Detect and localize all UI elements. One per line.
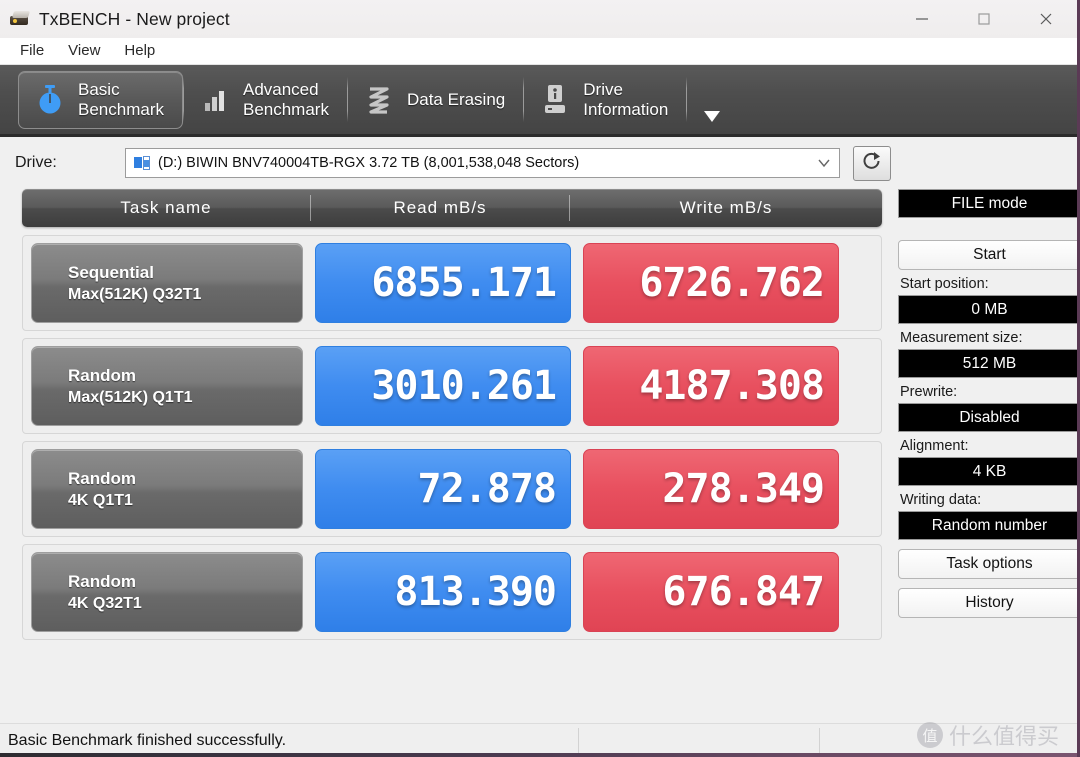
watermark: 值 什么值得买 <box>916 719 1059 751</box>
task-main-label: Random <box>68 365 136 385</box>
task-main-label: Random <box>68 571 136 591</box>
alignment-label: Alignment: <box>900 438 969 454</box>
file-mode-button[interactable]: FILE mode <box>898 189 1077 218</box>
history-button[interactable]: History <box>898 588 1077 618</box>
tab-advanced-benchmark[interactable]: Advanced Benchmark <box>184 71 347 129</box>
task-main-label: Sequential <box>68 262 154 282</box>
tab-data-erasing-label: Data Erasing <box>406 90 506 109</box>
table-row: Random Max(512K) Q1T1 3010.261 4187.308 <box>22 338 882 434</box>
title-bar: TxBENCH - New project <box>0 0 1077 38</box>
shredder-icon <box>362 82 396 118</box>
results-rows: Sequential Max(512K) Q32T1 6855.171 6726… <box>22 235 882 640</box>
menu-item-view[interactable]: View <box>57 40 111 62</box>
table-row: Sequential Max(512K) Q32T1 6855.171 6726… <box>22 235 882 331</box>
drive-select[interactable]: (D:) BIWIN BNV740004TB-RGX 3.72 TB (8,00… <box>125 148 840 178</box>
task-name-cell[interactable]: Random 4K Q32T1 <box>31 552 303 632</box>
minimize-button[interactable] <box>891 0 953 38</box>
status-divider <box>578 727 579 754</box>
refresh-button[interactable] <box>853 145 891 181</box>
menu-bar: File View Help <box>0 38 1077 65</box>
write-value-cell: 6726.762 <box>583 243 839 323</box>
task-options-button[interactable]: Task options <box>898 549 1077 579</box>
column-header-task-name: Task name <box>120 198 212 217</box>
task-name-cell[interactable]: Random Max(512K) Q1T1 <box>31 346 303 426</box>
menu-item-help[interactable]: Help <box>113 40 166 62</box>
start-button[interactable]: Start <box>898 240 1077 270</box>
refresh-icon <box>861 150 883 177</box>
tab-basic-benchmark[interactable]: Basic Benchmark <box>18 71 183 129</box>
results-table: Task name Read mB/s Write mB/s Sequentia… <box>22 189 882 689</box>
maximize-button[interactable] <box>953 0 1015 38</box>
options-sidebar: FILE mode Start Start position: 0 MB Mea… <box>898 189 1077 689</box>
menu-item-file[interactable]: File <box>9 40 55 62</box>
writing-data-label: Writing data: <box>900 492 982 508</box>
tab-drive-information[interactable]: Drive Information <box>524 71 686 129</box>
window-controls <box>891 0 1077 38</box>
task-main-label: Random <box>68 468 136 488</box>
write-value-cell: 676.847 <box>583 552 839 632</box>
tab-data-erasing[interactable]: Data Erasing <box>348 71 523 129</box>
txbench-window: TxBENCH - New project File View Help Bas… <box>0 0 1080 757</box>
chevron-down-icon[interactable] <box>813 158 835 168</box>
table-row: Random 4K Q32T1 813.390 676.847 <box>22 544 882 640</box>
alignment-value[interactable]: 4 KB <box>898 457 1077 486</box>
tab-basic-benchmark-label: Basic Benchmark <box>78 80 164 119</box>
drive-selection-row: Drive: (D:) BIWIN BNV740004TB-RGX 3.72 T… <box>0 137 1077 189</box>
column-header-read: Read mB/s <box>393 198 487 217</box>
tab-advanced-benchmark-label: Advanced Benchmark <box>242 80 329 119</box>
measurement-size-label: Measurement size: <box>900 330 1023 346</box>
toolbar-overflow-button[interactable] <box>687 65 723 134</box>
drive-label: Drive: <box>15 154 57 171</box>
table-row: Random 4K Q1T1 72.878 278.349 <box>22 441 882 537</box>
read-value-cell: 3010.261 <box>315 346 571 426</box>
toolbar: Basic Benchmark Advanced Benchmark Data … <box>0 65 1077 137</box>
start-position-label: Start position: <box>900 276 989 292</box>
read-value-cell: 72.878 <box>315 449 571 529</box>
column-header-write: Write mB/s <box>679 198 773 217</box>
read-value-cell: 813.390 <box>315 552 571 632</box>
task-sub-label: 4K Q1T1 <box>68 491 133 509</box>
drive-icon <box>134 155 151 171</box>
stopwatch-icon <box>33 82 67 118</box>
drive-info-icon <box>538 82 572 118</box>
status-message: Basic Benchmark finished successfully. <box>8 731 287 749</box>
task-name-cell[interactable]: Sequential Max(512K) Q32T1 <box>31 243 303 323</box>
desktop-strip <box>0 753 1077 757</box>
writing-data-value[interactable]: Random number <box>898 511 1077 540</box>
watermark-badge: 值 <box>916 722 943 748</box>
close-button[interactable] <box>1015 0 1077 38</box>
task-sub-label: Max(512K) Q1T1 <box>68 388 193 406</box>
status-divider <box>819 727 820 754</box>
drive-selected-value: (D:) BIWIN BNV740004TB-RGX 3.72 TB (8,00… <box>158 155 580 171</box>
task-sub-label: 4K Q32T1 <box>68 594 142 612</box>
prewrite-label: Prewrite: <box>900 384 958 400</box>
window-title: TxBENCH - New project <box>39 8 230 29</box>
tab-drive-information-label: Drive Information <box>583 80 669 119</box>
write-value-cell: 4187.308 <box>583 346 839 426</box>
watermark-text: 什么值得买 <box>948 725 1059 750</box>
start-position-value[interactable]: 0 MB <box>898 295 1077 324</box>
task-sub-label: Max(512K) Q32T1 <box>68 285 202 303</box>
write-value-cell: 278.349 <box>583 449 839 529</box>
drive-stack-icon <box>9 9 31 29</box>
task-name-cell[interactable]: Random 4K Q1T1 <box>31 449 303 529</box>
prewrite-value[interactable]: Disabled <box>898 403 1077 432</box>
bar-chart-icon <box>198 82 232 118</box>
measurement-size-value[interactable]: 512 MB <box>898 349 1077 378</box>
results-header-row: Task name Read mB/s Write mB/s <box>22 189 882 227</box>
main-content: Task name Read mB/s Write mB/s Sequentia… <box>0 189 1077 689</box>
status-bar: Basic Benchmark finished successfully. <box>0 723 1077 757</box>
read-value-cell: 6855.171 <box>315 243 571 323</box>
